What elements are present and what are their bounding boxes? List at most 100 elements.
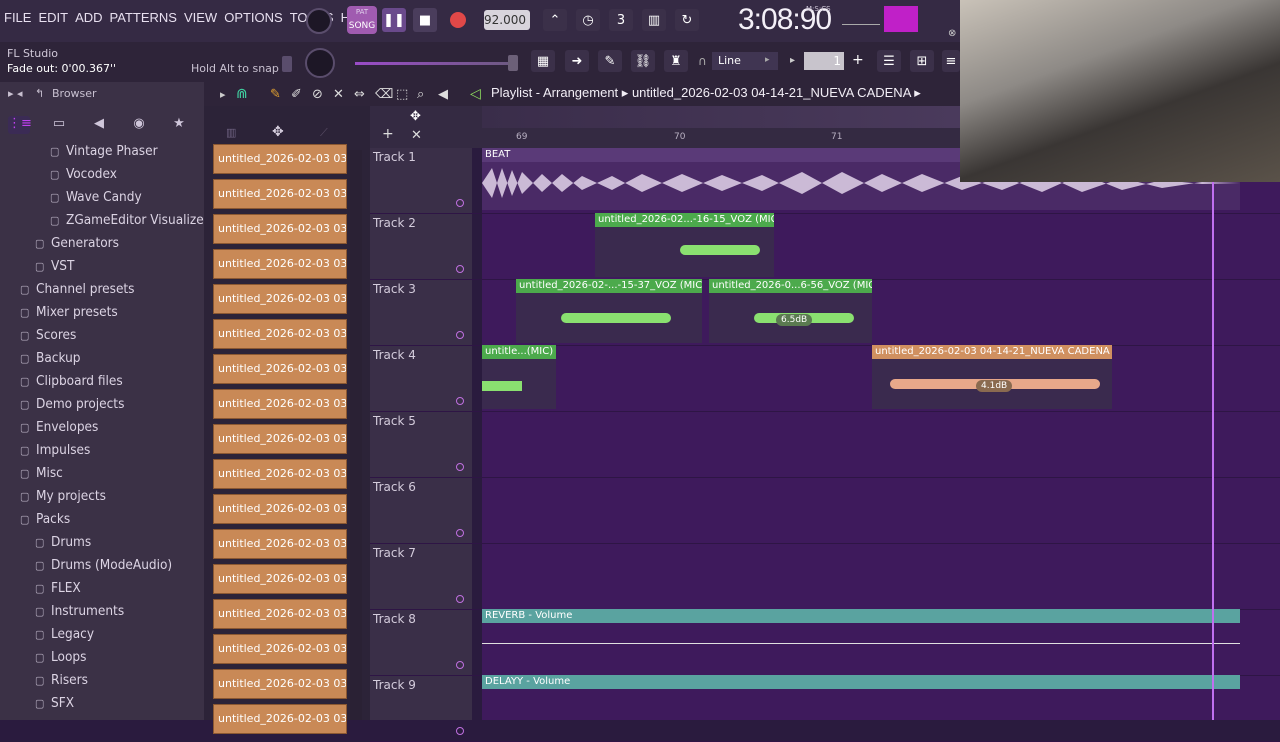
- browser-files-icon[interactable]: ▭: [48, 116, 70, 134]
- track-label[interactable]: Track 9: [373, 678, 416, 692]
- clip-reverb-volume[interactable]: REVERB - Volume: [482, 609, 1240, 673]
- mixer-icon[interactable]: ☰: [877, 50, 901, 72]
- record-button[interactable]: [450, 12, 466, 28]
- chevron-right-icon[interactable]: ▸: [790, 55, 795, 66]
- browser-item[interactable]: ▢ Misc: [20, 465, 63, 481]
- playback-tool-icon[interactable]: ◀: [438, 87, 448, 102]
- pointer-tool-icon[interactable]: ✥: [272, 124, 284, 140]
- paint-tool-icon[interactable]: ✐: [291, 87, 302, 102]
- overview-bar[interactable]: [482, 106, 960, 128]
- zoom-tool-icon[interactable]: ⌕: [417, 87, 424, 102]
- channel-button[interactable]: untitled_2026-02-03 03-…: [213, 529, 347, 559]
- track-mute-dot[interactable]: [456, 331, 464, 339]
- browser-item[interactable]: ▢ FLEX: [35, 580, 81, 596]
- channel-button[interactable]: untitled_2026-02-03 03-…: [213, 564, 347, 594]
- browser-item[interactable]: ▢ Demo projects: [20, 396, 124, 412]
- track-label[interactable]: Track 4: [373, 348, 416, 362]
- browser-item[interactable]: ▢ Vocodex: [50, 166, 117, 182]
- wait-icon[interactable]: ◷: [576, 9, 600, 31]
- add-track-icon[interactable]: +: [382, 126, 394, 142]
- channel-button[interactable]: untitled_2026-02-03 03-…: [213, 249, 347, 279]
- channel-button[interactable]: untitled_2026-02-03 03-…: [213, 179, 347, 209]
- browser-item[interactable]: ▢ Drums (ModeAudio): [35, 557, 172, 573]
- loop-record-icon[interactable]: ↻: [675, 9, 699, 31]
- track-label[interactable]: Track 8: [373, 612, 416, 626]
- clip-voz-1[interactable]: untitled_2026-02...-16-15_VOZ (MIC): [595, 213, 774, 277]
- channel-button[interactable]: untitled_2026-02-03 03-…: [213, 669, 347, 699]
- master-volume-knob[interactable]: [306, 8, 332, 34]
- step-edit-icon[interactable]: ▥: [642, 9, 666, 31]
- draw-tool-icon[interactable]: ✎: [270, 87, 281, 102]
- browser-back-icon[interactable]: ↰: [35, 87, 44, 100]
- channel-scrollbar[interactable]: [350, 150, 362, 720]
- track-mute-dot[interactable]: [456, 463, 464, 471]
- close-tracks-icon[interactable]: ✕: [411, 128, 422, 143]
- playlist-icon[interactable]: ≡: [942, 50, 960, 72]
- channel-button[interactable]: untitled_2026-02-03 03-…: [213, 494, 347, 524]
- browser-item[interactable]: ▢ Legacy: [35, 626, 94, 642]
- browser-item[interactable]: ▢ VST: [35, 258, 74, 274]
- arrow-icon[interactable]: ➜: [565, 50, 589, 72]
- browser-item[interactable]: ▢ Envelopes: [20, 419, 98, 435]
- pause-button[interactable]: ❚❚: [382, 8, 406, 32]
- countdown-icon[interactable]: 3: [609, 9, 633, 31]
- pointer-icon[interactable]: ✥: [410, 109, 421, 124]
- browser-item[interactable]: ▢ Backup: [20, 350, 80, 366]
- track-label[interactable]: Track 7: [373, 546, 416, 560]
- stamp-icon[interactable]: ♜: [664, 50, 688, 72]
- menu-patterns[interactable]: PATTERNS: [110, 10, 177, 25]
- browser-star-icon[interactable]: ★: [168, 116, 190, 134]
- browser-plugins-icon[interactable]: ◀: [88, 116, 110, 134]
- clip-mic-4[interactable]: untitle...(MIC): [482, 345, 556, 409]
- channel-button[interactable]: untitled_2026-02-03 03-…: [213, 599, 347, 629]
- channel-button[interactable]: untitled_2026-02-03 03-…: [213, 214, 347, 244]
- track-mute-dot[interactable]: [456, 265, 464, 273]
- track-label[interactable]: Track 2: [373, 216, 416, 230]
- clip-delay-volume[interactable]: DELAYY - Volume: [482, 675, 1240, 720]
- browser-item[interactable]: ▢ Vintage Phaser: [50, 143, 158, 159]
- menu-add[interactable]: ADD: [75, 10, 102, 25]
- close-icon[interactable]: ⊗: [948, 28, 956, 39]
- piano-roll-icon[interactable]: ▦: [531, 50, 555, 72]
- master-volume-slider[interactable]: [355, 62, 515, 65]
- add-pattern-icon[interactable]: +: [852, 52, 864, 68]
- piano-icon[interactable]: ▥: [226, 126, 236, 139]
- pattern-number[interactable]: 1: [804, 52, 844, 70]
- clip-voz-3[interactable]: untitled_2026-0...6-56_VOZ (MIC): [709, 279, 872, 343]
- browser-item[interactable]: ▢ Risers: [35, 672, 88, 688]
- browser-item[interactable]: ▢ Scores: [20, 327, 76, 343]
- channel-button[interactable]: untitled_2026-02-03 03-…: [213, 704, 347, 734]
- track-mute-dot[interactable]: [456, 199, 464, 207]
- pencil-icon[interactable]: ✎: [598, 50, 622, 72]
- browser-item[interactable]: ▢ Packs: [20, 511, 70, 527]
- browser-item[interactable]: ▢ Instruments: [35, 603, 124, 619]
- track-mute-dot[interactable]: [456, 727, 464, 735]
- magnet-icon[interactable]: ⋒: [236, 86, 248, 102]
- browser-item[interactable]: ▢ Drums: [35, 534, 91, 550]
- chevron-right-icon[interactable]: ▸: [765, 55, 770, 65]
- channel-button[interactable]: untitled_2026-02-03 03-…: [213, 459, 347, 489]
- slider-handle[interactable]: [508, 55, 518, 71]
- track-label[interactable]: Track 1: [373, 150, 416, 164]
- track-label[interactable]: Track 3: [373, 282, 416, 296]
- channel-button[interactable]: untitled_2026-02-03 03-…: [213, 144, 347, 174]
- browser-arrows-icon[interactable]: ▸ ◂: [8, 87, 23, 100]
- timeline-ruler[interactable]: [482, 128, 960, 148]
- track-mute-dot[interactable]: [456, 397, 464, 405]
- metronome-icon[interactable]: ⌃: [543, 9, 567, 31]
- browser-item[interactable]: ▢ Generators: [35, 235, 119, 251]
- browser-item[interactable]: ▢ ZGameEditor Visualizer: [50, 212, 209, 228]
- channel-button[interactable]: untitled_2026-02-03 03-…: [213, 319, 347, 349]
- browser-item[interactable]: ▢ Loops: [35, 649, 86, 665]
- master-pitch-knob[interactable]: [305, 48, 335, 78]
- link-icon[interactable]: ⛓: [631, 50, 655, 72]
- hint-lock-icon[interactable]: [282, 56, 292, 72]
- browser-all-icon[interactable]: ⋮≡: [8, 116, 32, 134]
- playhead-line[interactable]: [1212, 148, 1214, 720]
- track-mute-dot[interactable]: [456, 595, 464, 603]
- track-label[interactable]: Track 6: [373, 480, 416, 494]
- playlist-arrow-icon[interactable]: ◁: [470, 86, 481, 102]
- slice-tool-icon[interactable]: ⌫: [375, 87, 393, 102]
- playlist-menu-icon[interactable]: ▸: [220, 88, 226, 101]
- channel-button[interactable]: untitled_2026-02-03 03-…: [213, 634, 347, 664]
